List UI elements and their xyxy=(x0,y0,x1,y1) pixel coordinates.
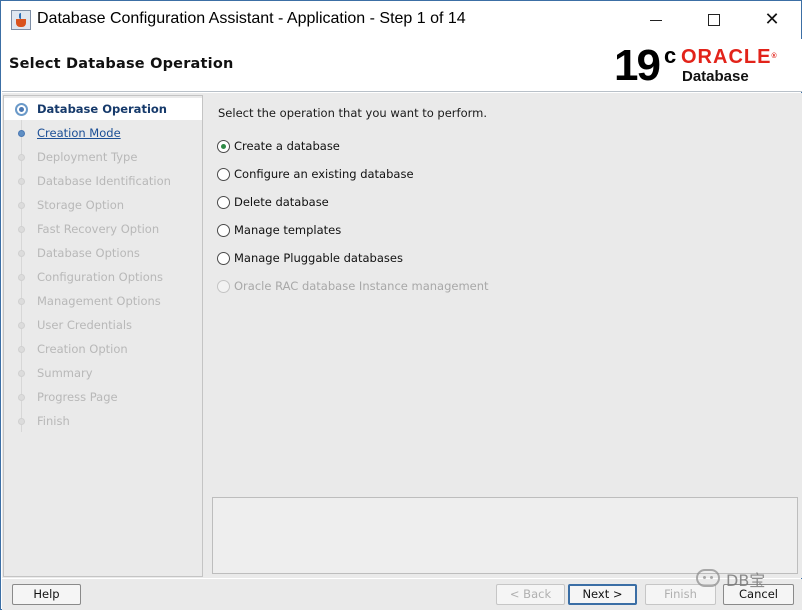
nav-step-configuration-options: Configuration Options xyxy=(4,266,202,288)
minimize-button[interactable] xyxy=(627,1,685,39)
nav-step-progress-page: Progress Page xyxy=(4,386,202,408)
step-marker-icon xyxy=(18,346,25,353)
help-button[interactable]: Help xyxy=(12,584,81,605)
nav-step-storage-option: Storage Option xyxy=(4,194,202,216)
button-bar: Help < Back Next > Finish Cancel xyxy=(2,579,802,610)
logo-version: 19 xyxy=(614,41,661,90)
nav-step-label: Configuration Options xyxy=(37,270,164,284)
option-create-a-database[interactable]: Create a database xyxy=(217,138,617,156)
main-panel: Select the operation that you want to pe… xyxy=(209,95,802,577)
operation-prompt: Select the operation that you want to pe… xyxy=(218,106,488,120)
maximize-button[interactable] xyxy=(685,1,743,39)
step-marker-icon xyxy=(18,298,25,305)
option-label: Oracle RAC database Instance management xyxy=(234,279,489,293)
logo-product: Database xyxy=(682,68,749,85)
nav-step-label: Deployment Type xyxy=(37,150,138,164)
page-title: Select Database Operation xyxy=(9,56,234,72)
nav-step-label: Database Options xyxy=(37,246,140,260)
nav-step-summary: Summary xyxy=(4,362,202,384)
back-button: < Back xyxy=(496,584,565,605)
window-title: Database Configuration Assistant - Appli… xyxy=(37,10,466,27)
java-app-icon xyxy=(11,10,31,30)
nav-step-label: Fast Recovery Option xyxy=(37,222,160,236)
step-marker-icon xyxy=(18,394,25,401)
nav-step-label: Database Operation xyxy=(37,102,167,116)
logo-brand: ORACLE® xyxy=(681,46,777,68)
nav-step-deployment-type: Deployment Type xyxy=(4,146,202,168)
close-button[interactable]: ✕ xyxy=(743,1,801,39)
nav-step-database-options: Database Options xyxy=(4,242,202,264)
wizard-content: Database Operation Creation Mode Deploymen… xyxy=(2,93,802,578)
radio-button[interactable] xyxy=(217,168,230,181)
option-manage-templates[interactable]: Manage templates xyxy=(217,222,617,240)
nav-step-database-operation[interactable]: Database Operation xyxy=(4,98,202,120)
watermark: DB宝 xyxy=(696,566,786,590)
radio-button[interactable] xyxy=(217,140,230,153)
maximize-icon xyxy=(708,14,720,26)
option-label[interactable]: Create a database xyxy=(234,139,340,153)
radio-button[interactable] xyxy=(217,224,230,237)
nav-step-label: Progress Page xyxy=(37,390,118,404)
nav-step-fast-recovery-option: Fast Recovery Option xyxy=(4,218,202,240)
next-button[interactable]: Next > xyxy=(568,584,637,605)
step-marker-icon xyxy=(18,370,25,377)
title-bar[interactable]: Database Configuration Assistant - Appli… xyxy=(1,1,801,39)
close-icon: ✕ xyxy=(764,9,780,30)
nav-step-label: Creation Mode xyxy=(37,126,121,140)
radio-button xyxy=(217,280,230,293)
nav-step-finish: Finish xyxy=(4,410,202,432)
nav-step-label: Finish xyxy=(37,414,70,428)
nav-step-label: Storage Option xyxy=(37,198,125,212)
radio-button[interactable] xyxy=(217,252,230,265)
option-label[interactable]: Manage templates xyxy=(234,223,341,237)
logo-version-suffix: c xyxy=(664,43,677,68)
step-marker-icon xyxy=(18,130,25,137)
nav-step-label: Creation Option xyxy=(37,342,128,356)
option-label[interactable]: Configure an existing database xyxy=(234,167,414,181)
page-header: Select Database Operation 19 c ORACLE® D… xyxy=(2,39,802,92)
nav-step-label: Management Options xyxy=(37,294,161,308)
nav-step-label: User Credentials xyxy=(37,318,133,332)
nav-step-database-identification: Database Identification xyxy=(4,170,202,192)
step-marker-icon xyxy=(15,103,28,116)
option-manage-pluggable-databases[interactable]: Manage Pluggable databases xyxy=(217,250,617,268)
oracle-19c-logo: 19 c ORACLE® Database xyxy=(614,43,794,89)
step-marker-icon xyxy=(18,178,25,185)
option-label[interactable]: Manage Pluggable databases xyxy=(234,251,403,265)
dbca-window: Database Configuration Assistant - Appli… xyxy=(0,0,802,610)
option-oracle-rac-database-instance-management: Oracle RAC database Instance management xyxy=(217,278,617,296)
message-area xyxy=(212,497,798,574)
nav-step-creation-option: Creation Option xyxy=(4,338,202,360)
watermark-text: DB宝 xyxy=(726,571,766,590)
step-marker-icon xyxy=(18,226,25,233)
nav-step-user-credentials: User Credentials xyxy=(4,314,202,336)
step-marker-icon xyxy=(18,274,25,281)
nav-step-label: Summary xyxy=(37,366,93,380)
nav-step-creation-mode[interactable]: Creation Mode xyxy=(4,122,202,144)
option-configure-an-existing-database[interactable]: Configure an existing database xyxy=(217,166,617,184)
wechat-icon xyxy=(696,569,720,587)
step-marker-icon xyxy=(18,250,25,257)
step-marker-icon xyxy=(18,418,25,425)
nav-step-label: Database Identification xyxy=(37,174,171,188)
step-navigation: Database Operation Creation Mode Deploymen… xyxy=(3,95,203,577)
minimize-icon xyxy=(650,19,662,21)
radio-button[interactable] xyxy=(217,196,230,209)
option-label[interactable]: Delete database xyxy=(234,195,329,209)
nav-step-management-options: Management Options xyxy=(4,290,202,312)
step-marker-icon xyxy=(18,322,25,329)
option-delete-database[interactable]: Delete database xyxy=(217,194,617,212)
step-marker-icon xyxy=(18,154,25,161)
step-marker-icon xyxy=(18,202,25,209)
